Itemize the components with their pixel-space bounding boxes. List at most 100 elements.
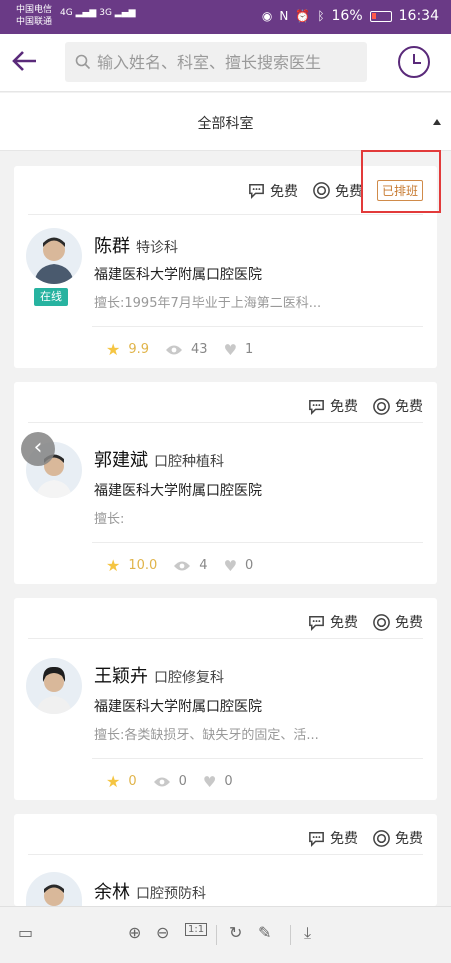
consult-fee-label: 免费 [330,831,358,847]
avatar [26,872,82,906]
specialty-text: 擅长:各类缺损牙、缺失牙的固定、活... [94,728,319,743]
pencil-icon[interactable]: ✎ [258,923,271,942]
doctor-name: 陈群 [94,236,130,257]
layout-icon[interactable]: ▭ [18,923,33,942]
carrier-1: 中国电信 [16,5,53,15]
search-box[interactable] [65,42,367,82]
status-right: ◉ N ⏰ ᛒ 16% 16:34 [262,8,439,24]
consult-fee: 免费 [307,828,358,848]
stats-row: ★ 0 0 ♥ 0 [106,772,233,791]
star-icon: ★ [106,556,121,575]
phone-fee-label: 免费 [395,831,423,847]
target-icon [373,829,390,847]
divider [28,638,423,639]
doctor-department: 口腔种植科 [154,454,224,470]
consult-fee-label: 免费 [269,183,298,200]
chat-icon [309,831,324,847]
view-count: 4 [199,558,208,573]
battery-icon [369,10,392,22]
consult-fee: 免费 [307,396,358,416]
battery-percent: 16% [331,8,363,24]
chat-icon [309,399,324,415]
view-count: 43 [191,342,208,357]
status-bar: 中国电信 中国联通 4G ▂▄▆ 3G ▂▄▆ ◉ N ⏰ ᛒ 16% 16:3… [0,0,451,34]
phone-fee-label: 免费 [395,399,423,415]
eye-icon [166,345,183,354]
highlight-box [361,150,441,213]
zoom-in-icon[interactable]: ⊕ [128,923,141,942]
divider [92,542,423,543]
heart-icon: ♥ [202,772,217,791]
eye-icon [153,777,170,786]
phone-fee: 免费 [372,828,423,848]
zoom-out-icon[interactable]: ⊖ [156,923,169,942]
divider [28,422,423,423]
consult-fee-label: 免费 [330,615,358,631]
target-icon [313,182,330,199]
floating-back-icon[interactable]: ‹ [21,432,55,466]
chat-icon [249,184,264,199]
back-arrow-icon[interactable] [10,46,44,80]
like-count: 1 [245,342,254,357]
chat-icon [309,615,324,631]
divider [92,326,423,327]
history-clock-icon[interactable] [398,46,430,78]
fee-row: 免费 免费 [307,828,423,848]
divider [290,925,291,945]
signal-bars-icon: ▂▄▆ [75,8,97,18]
actual-size-button[interactable]: 1:1 [185,923,208,936]
stats-row: ★ 10.0 4 ♥ 0 [106,556,253,575]
phone-fee: 免费 [372,612,423,632]
doctor-name: 郭建斌 [94,450,148,471]
stats-row: ★ 9.9 43 ♥ 1 [106,340,253,359]
doctor-name-line: 郭建斌 口腔种植科 [94,446,224,472]
eye-icon: ◉ [261,9,273,23]
dropdown-arrow-icon [433,119,441,125]
doctor-card[interactable]: 免费 免费 郭建斌 口腔种植科 福建医科大学附属口腔医院 擅长: ★ 10.0 4… [14,382,437,584]
carrier-info: 中国电信 中国联通 [16,4,52,28]
doctor-department: 特诊科 [136,240,178,256]
hospital-name: 福建医科大学附属口腔医院 [94,267,262,283]
star-icon: ★ [106,340,121,359]
fee-row: 免费 免费 [307,396,423,416]
like-count: 0 [245,558,254,573]
department-filter-label: 全部科室 [197,116,254,132]
search-icon [75,54,91,70]
star-icon: ★ [106,772,121,791]
view-count: 0 [178,774,187,789]
divider [92,758,423,759]
specialty-text: 擅长:1995年7月毕业于上海第二医科... [94,296,322,311]
phone-fee-label: 免费 [334,183,363,200]
avatar [26,228,82,284]
phone-fee-label: 免费 [395,615,423,631]
bottom-toolbar: ▭ ⊕ ⊖ 1:1 ↻ ✎ ⤓ [0,906,451,963]
doctor-card[interactable]: 免费 免费 王颖卉 口腔修复科 福建医科大学附属口腔医院 擅长:各类缺损牙、缺失牙… [14,598,437,800]
doctor-name: 余林 [94,882,130,903]
department-filter[interactable]: 全部科室 [0,93,451,151]
divider [28,854,423,855]
rating-value: 9.9 [128,342,150,357]
rating-value: 10.0 [128,558,158,573]
doctor-name-line: 陈群 特诊科 [94,232,178,258]
status-time: 16:34 [398,8,439,24]
heart-icon: ♥ [223,340,238,359]
search-input[interactable] [97,52,357,72]
signal-bars-icon-2: ▂▄▆ [114,8,136,18]
consult-fee-label: 免费 [330,399,358,415]
consult-fee: 免费 [247,181,298,201]
doctor-department: 口腔预防科 [136,886,206,902]
download-icon[interactable]: ⤓ [304,923,311,943]
hospital-name: 福建医科大学附属口腔医院 [94,483,262,499]
bluetooth-icon: ᛒ [317,9,325,23]
heart-icon: ♥ [223,556,238,575]
carrier-2: 中国联通 [16,17,53,27]
navigation-bar [0,34,451,92]
signal-icons: 4G ▂▄▆ 3G ▂▄▆ [60,8,136,18]
network-2: 3G [99,8,112,18]
doctor-card[interactable]: 免费 免费 余林 口腔预防科 [14,814,437,906]
specialty-text: 擅长: [94,512,125,527]
phone-fee: 免费 [312,181,363,201]
doctor-name: 王颖卉 [94,666,148,687]
rotate-icon[interactable]: ↻ [229,923,242,942]
like-count: 0 [224,774,233,789]
